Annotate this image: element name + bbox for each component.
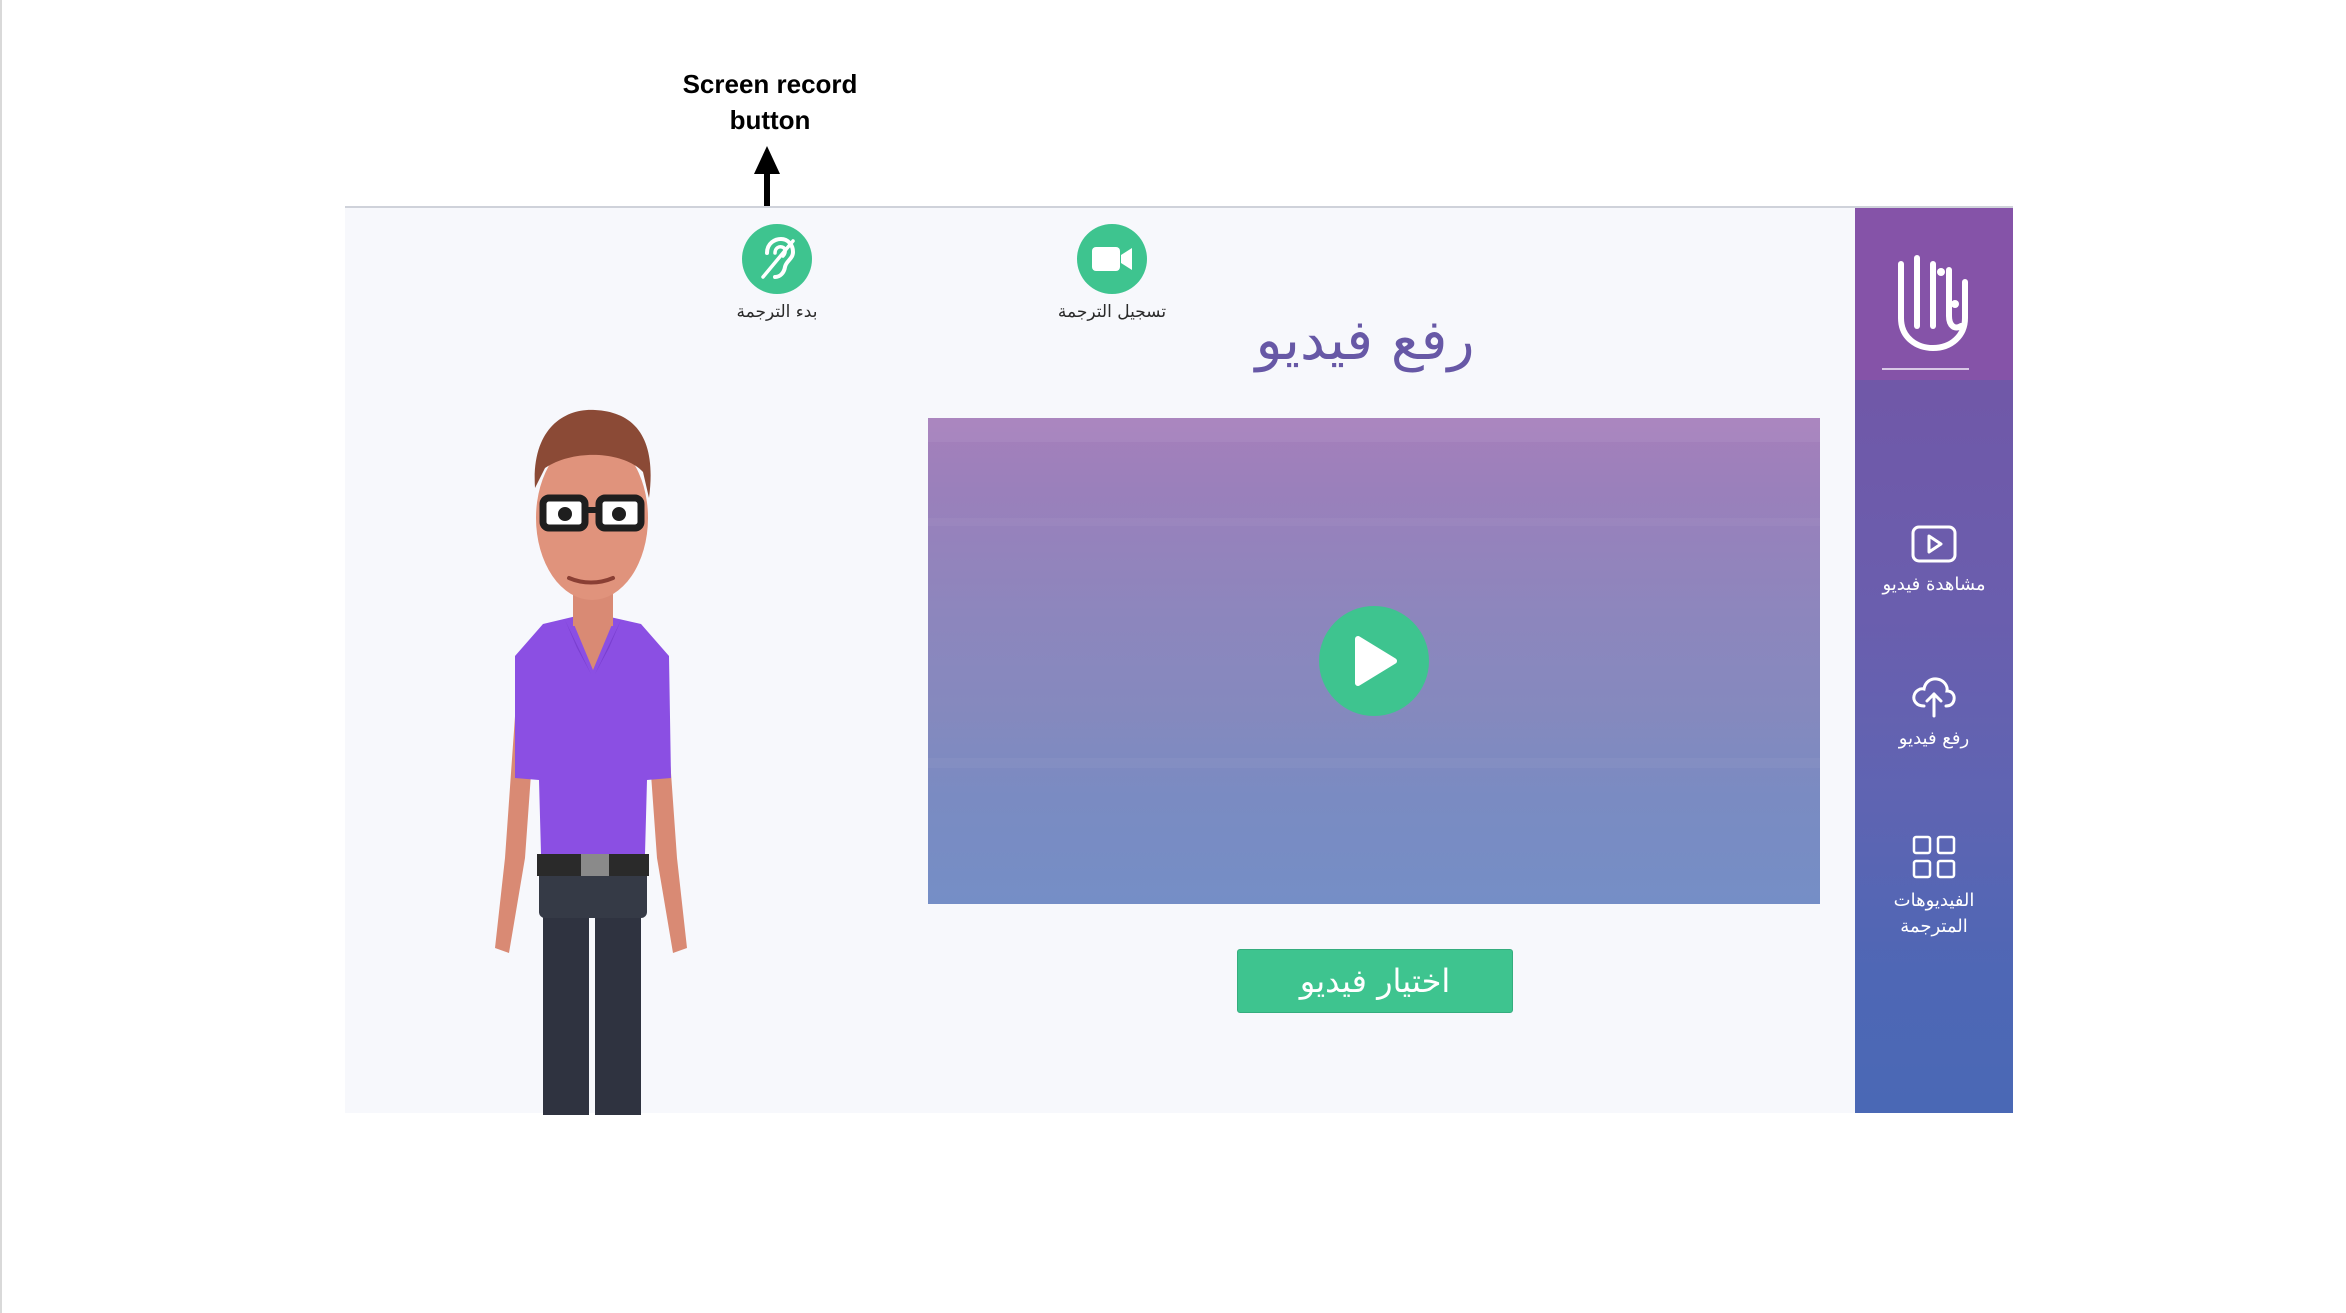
play-icon	[1355, 636, 1397, 686]
sidebar-item-label-line-2: المترجمة	[1900, 916, 1968, 937]
screen-record-label: تسجيل الترجمة	[1057, 302, 1167, 322]
start-subtitle-label: بدء الترجمة	[736, 302, 818, 322]
video-band	[928, 758, 1820, 768]
sidebar-logo-area	[1855, 208, 2013, 380]
play-button[interactable]	[1319, 606, 1429, 716]
page-title: رفع فيديو	[1255, 308, 1475, 373]
screen-record-button[interactable]: تسجيل الترجمة	[1042, 224, 1182, 322]
sidebar-item-translated-videos[interactable]: الفيديوهات المترجمة	[1855, 834, 2013, 940]
app-window: بدء الترجمة تسجيل الترجمة رفع فيديو اختي…	[345, 206, 2013, 1115]
annotation-line-1: Screen record	[682, 69, 858, 99]
logo-divider	[1882, 368, 1969, 370]
video-band	[928, 518, 1820, 526]
video-camera-icon	[1092, 247, 1132, 271]
avatar-character	[495, 409, 687, 1115]
cloud-upload-icon	[1912, 677, 1956, 718]
start-subtitle-circle[interactable]	[742, 224, 812, 294]
sidebar-item-watch-video[interactable]: مشاهدة فيديو	[1855, 524, 2013, 598]
screen-record-circle[interactable]	[1077, 224, 1147, 294]
grid-icon	[1912, 835, 1956, 879]
sidebar-item-label-line-1: الفيديوهات	[1893, 890, 1975, 911]
sidebar: مشاهدة فيديو رفع فيديو الفيديوهات المترج…	[1855, 208, 2013, 1113]
annotation-line-2: button	[729, 105, 811, 135]
annotation-label: Screen record button	[640, 66, 900, 138]
sidebar-item-label: رفع فيديو	[1898, 728, 1970, 749]
sidebar-item-upload-video[interactable]: رفع فيديو	[1855, 674, 2013, 752]
video-preview[interactable]	[928, 418, 1820, 904]
ear-icon	[761, 236, 796, 279]
sidebar-item-label: مشاهدة فيديو	[1882, 574, 1986, 595]
start-subtitle-button[interactable]: بدء الترجمة	[707, 224, 847, 322]
choose-video-button[interactable]: اختيار فيديو	[1237, 949, 1513, 1013]
play-video-icon	[1911, 525, 1957, 563]
page-left-rule	[0, 0, 2, 1313]
hand-logo-icon	[1898, 255, 1968, 352]
video-band	[928, 418, 1820, 442]
